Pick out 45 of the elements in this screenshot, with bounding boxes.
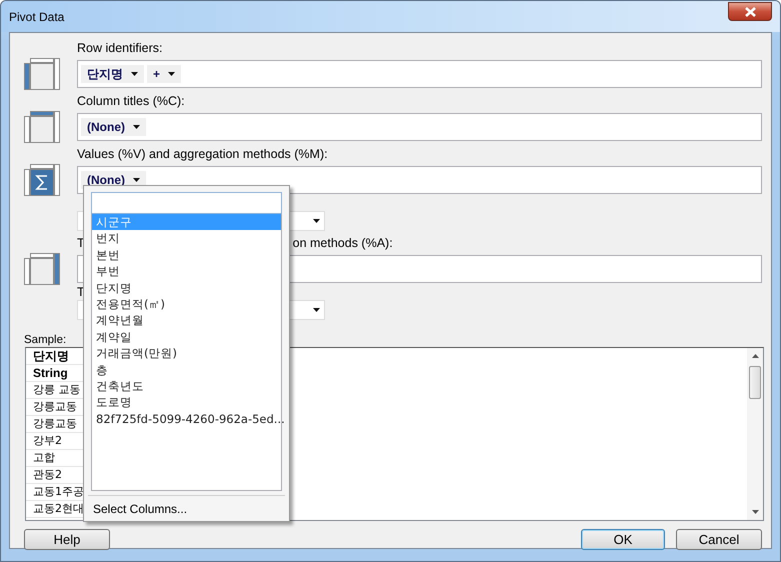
totals-layout-icon [24, 253, 60, 285]
search-field[interactable] [91, 192, 282, 214]
field-label: Column titles (%C): [77, 94, 185, 108]
scroll-up-icon[interactable] [752, 354, 758, 358]
pivot-field[interactable]: (None) [77, 113, 762, 141]
window-title: Pivot Data [9, 10, 64, 24]
close-button[interactable] [728, 2, 772, 21]
scroll-thumb[interactable] [749, 366, 761, 399]
caret-icon [133, 125, 140, 129]
caret-icon [133, 178, 140, 182]
list-item[interactable]: 건축년도 [92, 378, 281, 394]
field-chip[interactable]: + [147, 65, 182, 83]
sigma-icon [24, 164, 60, 196]
list-item[interactable]: 계약년월 [92, 312, 281, 329]
sample-label: Sample: [24, 334, 66, 347]
list-item[interactable]: 번지 [92, 230, 281, 247]
caret-icon [313, 219, 320, 223]
list-item[interactable]: 단지명 [92, 280, 281, 296]
scroll-down-icon[interactable] [752, 510, 758, 514]
cancel-button[interactable]: Cancel [676, 529, 762, 550]
scrollbar[interactable] [747, 348, 763, 520]
caret-icon [313, 308, 320, 312]
list-item[interactable]: 거래금액(만원) [92, 345, 281, 362]
list-item[interactable]: 본번 [92, 246, 281, 264]
select-columns-item[interactable]: Select Columns... [91, 502, 282, 516]
list-item[interactable]: 82f725fd-5099-4260-962a-5ed... [92, 410, 281, 428]
list-item[interactable]: 계약일 [92, 328, 281, 346]
list-item[interactable]: 부번 [92, 263, 281, 280]
field-chip[interactable]: (None) [81, 118, 146, 136]
field-chip[interactable]: 단지명 [81, 65, 144, 83]
list-item[interactable]: 도로명 [92, 394, 281, 411]
pivot-field[interactable]: 단지명 + [77, 60, 762, 88]
row-layout-icon [24, 58, 60, 90]
ok-button[interactable]: OK [581, 529, 665, 550]
field-label: Row identifiers: [77, 41, 162, 55]
field-label: on methods (%A): [292, 236, 393, 250]
list-item[interactable]: 층 [92, 362, 281, 378]
caret-icon [131, 72, 138, 76]
caret-icon [168, 72, 176, 76]
list-item[interactable]: 전용면적(㎡) [92, 296, 281, 312]
field-label: Values (%V) and aggregation methods (%M): [77, 147, 328, 161]
pivot-field[interactable]: (None) [77, 166, 762, 194]
column-layout-icon [24, 111, 60, 143]
close-icon [744, 6, 756, 16]
help-button[interactable]: Help [24, 529, 110, 550]
